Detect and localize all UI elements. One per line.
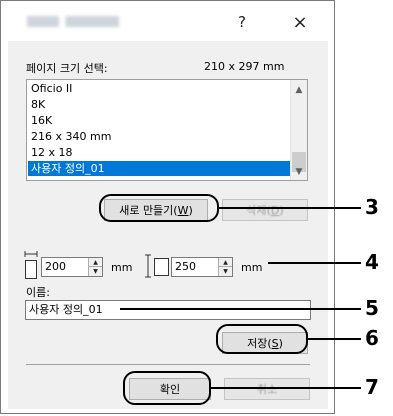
current-size-readout: 210 x 297 mm: [204, 60, 285, 73]
height-spinbox[interactable]: 250 ▲ ▼: [171, 257, 233, 277]
name-label: 이름:: [26, 286, 50, 299]
page-size-label: 페이지 크기 선택:: [26, 62, 108, 75]
height-unit: mm: [241, 261, 263, 274]
callout-6-highlight: [216, 324, 308, 354]
scroll-down-arrow-icon[interactable]: ▼: [291, 164, 307, 180]
callout-4-number: 4: [365, 250, 379, 274]
close-button[interactable]: ×: [285, 11, 315, 33]
width-dimension-icon: [24, 251, 38, 279]
list-item[interactable]: 16K: [28, 113, 290, 128]
list-item[interactable]: 8K: [28, 97, 290, 112]
width-unit: mm: [111, 261, 133, 274]
list-item-selected[interactable]: 사용자 정의_01: [28, 161, 290, 176]
delete-button-paren: ): [279, 204, 284, 217]
name-field[interactable]: 사용자 정의_01: [25, 300, 311, 320]
list-item[interactable]: Oficio II: [28, 81, 290, 96]
callout-7-number: 7: [365, 375, 379, 399]
help-button[interactable]: ?: [227, 11, 257, 33]
delete-button[interactable]: 삭제(D): [222, 199, 308, 221]
callout-4-leader: [268, 262, 361, 264]
height-spin-buttons[interactable]: ▲ ▼: [218, 258, 232, 276]
cancel-button-label: 취소: [256, 383, 278, 396]
width-value: 200: [45, 260, 66, 273]
cancel-button[interactable]: 취소: [224, 378, 310, 400]
width-spinbox[interactable]: 200 ▲ ▼: [41, 257, 103, 277]
list-scrollbar[interactable]: ▲ ▼: [290, 80, 307, 180]
width-spin-buttons[interactable]: ▲ ▼: [88, 258, 102, 276]
page-size-list[interactable]: Oficio II 8K 16K 216 x 340 mm 12 x 18 사용…: [26, 79, 308, 181]
callout-6-number: 6: [365, 326, 379, 350]
separator: [26, 364, 310, 365]
callout-6-leader: [308, 338, 361, 340]
spin-down-icon[interactable]: ▼: [219, 267, 232, 276]
title-bar: ? ×: [1, 1, 334, 41]
height-dimension-icon: [145, 254, 169, 278]
callout-3-highlight: [99, 194, 219, 222]
spin-up-icon[interactable]: ▲: [89, 258, 102, 267]
spin-up-icon[interactable]: ▲: [219, 258, 232, 267]
callout-5-leader: [120, 308, 361, 310]
callout-7-leader: [211, 387, 361, 389]
list-item[interactable]: 216 x 340 mm: [28, 129, 290, 144]
callout-3-leader: [219, 207, 361, 209]
height-value: 250: [175, 260, 196, 273]
scroll-up-arrow-icon[interactable]: ▲: [291, 82, 307, 98]
callout-5-number: 5: [365, 296, 379, 320]
callout-3-number: 3: [365, 195, 379, 219]
delete-button-label: 삭제(: [246, 204, 271, 217]
spin-down-icon[interactable]: ▼: [89, 267, 102, 276]
window-title-blurred: [27, 16, 119, 27]
callout-7-highlight: [123, 371, 211, 405]
list-item[interactable]: 12 x 18: [28, 145, 290, 160]
